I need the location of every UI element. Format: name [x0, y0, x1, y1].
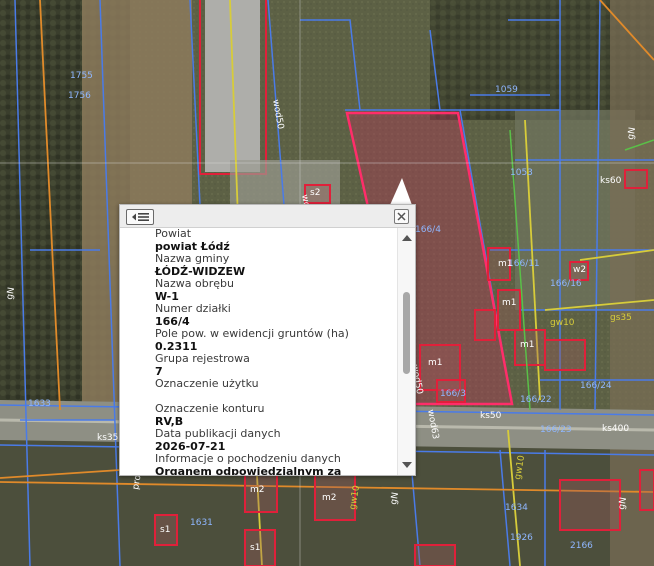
svg-text:1633: 1633: [28, 399, 51, 409]
scroll-up-icon[interactable]: [401, 234, 413, 242]
svg-text:w2: w2: [573, 265, 586, 275]
svg-text:s2: s2: [310, 188, 320, 198]
row-label: Grupa rejestrowa: [155, 352, 250, 365]
svg-text:s1: s1: [250, 543, 260, 553]
row-label: Powiat: [155, 228, 192, 240]
row-gmina: Nazwa gminy ŁÓDŹ-WIDZEW: [155, 252, 398, 278]
svg-text:gN: gN: [617, 497, 629, 511]
row-label: Pole pow. w ewidencji gruntów (ha): [155, 327, 349, 340]
svg-text:ks50: ks50: [480, 411, 502, 421]
svg-text:m2: m2: [250, 485, 265, 495]
svg-text:166/23: 166/23: [540, 425, 572, 435]
svg-text:gN: gN: [389, 492, 401, 506]
svg-text:m2: m2: [322, 493, 337, 503]
popup-pointer: [390, 178, 412, 205]
list-view-button[interactable]: [126, 209, 154, 225]
row-label: Informacje o pochodzeniu danych: [155, 452, 341, 465]
row-label: Nazwa obrębu: [155, 277, 234, 290]
scroll-down-icon[interactable]: [401, 461, 413, 469]
svg-text:2166: 2166: [570, 541, 593, 551]
feature-info-popup: Powiat powiat Łódź Nazwa gminy ŁÓDŹ-WIDZ…: [119, 204, 416, 476]
svg-text:ks60: ks60: [600, 176, 622, 186]
svg-text:1756: 1756: [68, 91, 91, 101]
svg-text:1631: 1631: [190, 518, 213, 528]
row-label: Oznaczenie użytku: [155, 377, 259, 390]
row-data-publikacji: Data publikacji danych 2026-07-21: [155, 427, 398, 453]
svg-text:gs35: gs35: [610, 313, 632, 323]
svg-text:m1: m1: [520, 340, 535, 350]
popup-content: Powiat powiat Łódź Nazwa gminy ŁÓDŹ-WIDZ…: [120, 228, 398, 475]
svg-text:m1: m1: [498, 259, 513, 269]
close-button[interactable]: [394, 209, 409, 224]
list-icon: [132, 213, 149, 221]
scroll-thumb[interactable]: [403, 291, 410, 374]
svg-text:1926: 1926: [510, 533, 533, 543]
svg-text:s1: s1: [160, 525, 170, 535]
row-powiat: Powiat powiat Łódź: [155, 228, 398, 253]
svg-text:166/24: 166/24: [580, 381, 612, 391]
row-label: Oznaczenie konturu: [155, 402, 265, 415]
svg-text:166/22: 166/22: [520, 395, 552, 405]
row-obreb: Nazwa obrębu W-1: [155, 277, 398, 303]
row-grupa: Grupa rejestrowa 7: [155, 352, 398, 378]
row-numer-dzialki: Numer działki 166/4: [155, 302, 398, 328]
svg-text:1053: 1053: [510, 168, 533, 178]
svg-text:1634: 1634: [505, 503, 528, 513]
svg-text:166/3: 166/3: [440, 389, 466, 399]
svg-text:m1: m1: [428, 358, 443, 368]
svg-text:m1: m1: [502, 298, 517, 308]
svg-text:gw10: gw10: [550, 318, 575, 328]
svg-text:gN: gN: [626, 127, 638, 141]
svg-text:1059: 1059: [495, 85, 518, 95]
row-uzytek: Oznaczenie użytku: [155, 377, 398, 403]
popup-scrollbar[interactable]: [397, 228, 415, 475]
svg-text:gN: gN: [5, 287, 17, 301]
close-icon: [397, 212, 406, 221]
popup-header: [120, 205, 415, 228]
row-label: Data publikacji danych: [155, 427, 281, 440]
row-pole-pow: Pole pow. w ewidencji gruntów (ha) 0.231…: [155, 327, 398, 353]
svg-text:1755: 1755: [70, 71, 93, 81]
row-kontur: Oznaczenie konturu RV,B: [155, 402, 398, 428]
svg-text:ks400: ks400: [602, 424, 629, 434]
row-label: Nazwa gminy: [155, 252, 230, 265]
svg-text:ks35: ks35: [97, 433, 118, 443]
row-value: Organem odpowiedzialnym za prezentowane …: [155, 464, 342, 475]
row-pochodzenie: Informacje o pochodzeniu danych Organem …: [155, 452, 398, 475]
svg-text:166/16: 166/16: [550, 279, 582, 289]
svg-text:166/4: 166/4: [415, 225, 441, 235]
row-label: Numer działki: [155, 302, 231, 315]
svg-text:166/11: 166/11: [508, 259, 540, 269]
